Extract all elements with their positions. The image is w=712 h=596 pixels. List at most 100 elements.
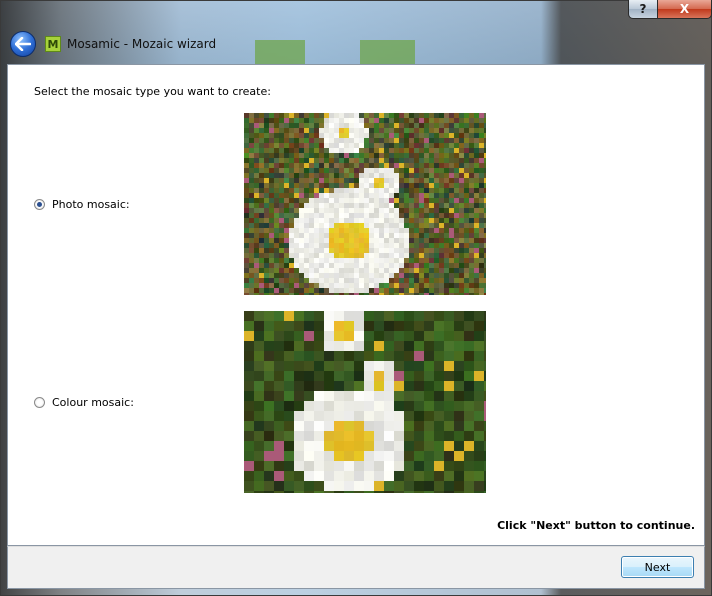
mosaic-tile [399, 133, 404, 138]
mosaic-tile [334, 193, 339, 198]
mosaic-tile [454, 158, 459, 163]
mosaic-tile [294, 183, 299, 188]
mosaic-tile [464, 288, 469, 293]
mosaic-tile [484, 113, 486, 118]
mosaic-tile [404, 351, 414, 361]
mosaic-tile [434, 223, 439, 228]
mosaic-tile [259, 213, 264, 218]
mosaic-tile [294, 233, 299, 238]
mosaic-tile [404, 188, 409, 193]
mosaic-tile [459, 283, 464, 288]
mosaic-tile [344, 288, 349, 293]
mosaic-tile [319, 178, 324, 183]
mosaic-tile [454, 341, 464, 351]
mosaic-tile [354, 293, 359, 295]
back-button[interactable] [10, 31, 36, 57]
mosaic-tile [464, 163, 469, 168]
mosaic-tile [264, 188, 269, 193]
mosaic-tile [419, 283, 424, 288]
mosaic-tile [299, 228, 304, 233]
mosaic-tile [314, 461, 324, 471]
mosaic-tile [459, 188, 464, 193]
mosaic-tile [344, 263, 349, 268]
mosaic-tile [269, 248, 274, 253]
mosaic-tile [444, 153, 449, 158]
mosaic-tile [284, 138, 289, 143]
mosaic-tile [284, 163, 289, 168]
mosaic-tile [329, 153, 334, 158]
mosaic-tile [364, 233, 369, 238]
mosaic-tile [284, 341, 294, 351]
mosaic-tile [379, 113, 384, 118]
mosaic-tile [324, 471, 334, 481]
colour-mosaic-preview[interactable] [244, 311, 486, 493]
mosaic-tile [334, 248, 339, 253]
mosaic-tile [424, 143, 429, 148]
mosaic-tile [284, 218, 289, 223]
mosaic-tile [334, 268, 339, 273]
mosaic-tile [394, 268, 399, 273]
mosaic-tile [309, 273, 314, 278]
mosaic-tile [384, 283, 389, 288]
mosaic-tile [284, 278, 289, 283]
mosaic-tile [344, 371, 354, 381]
mosaic-tile [394, 198, 399, 203]
mosaic-tile [244, 218, 249, 223]
mosaic-tile [339, 263, 344, 268]
mosaic-tile [354, 331, 364, 341]
mosaic-tile [269, 138, 274, 143]
mosaic-tile [279, 133, 284, 138]
mosaic-tile [244, 163, 249, 168]
mosaic-tile [289, 178, 294, 183]
mosaic-tile [334, 471, 344, 481]
mosaic-tile [274, 341, 284, 351]
mosaic-tile [479, 118, 484, 123]
mosaic-tile [434, 163, 439, 168]
mosaic-tile [244, 248, 249, 253]
colour-mosaic-radio[interactable] [34, 397, 45, 408]
help-button[interactable]: ? [628, 0, 658, 19]
mosaic-tile [449, 128, 454, 133]
mosaic-tile [284, 331, 294, 341]
mosaic-tile [304, 243, 309, 248]
mosaic-tile [379, 288, 384, 293]
mosaic-tile [284, 123, 289, 128]
mosaic-tile [344, 213, 349, 218]
mosaic-tile [389, 168, 394, 173]
mosaic-tile [364, 401, 374, 411]
mosaic-tile [289, 198, 294, 203]
mosaic-tile [319, 213, 324, 218]
mosaic-tile [379, 178, 384, 183]
mosaic-tile [379, 153, 384, 158]
mosaic-tile [374, 293, 379, 295]
mosaic-tile [464, 208, 469, 213]
mosaic-tile [424, 381, 434, 391]
mosaic-tile [454, 451, 464, 461]
photo-mosaic-preview[interactable] [244, 113, 486, 295]
mosaic-tile [464, 471, 474, 481]
mosaic-tile [414, 208, 419, 213]
mosaic-tile [469, 118, 474, 123]
mosaic-tile [449, 278, 454, 283]
mosaic-tile [319, 148, 324, 153]
mosaic-tile [394, 178, 399, 183]
mosaic-tile [459, 238, 464, 243]
mosaic-tile [414, 273, 419, 278]
close-button[interactable]: X [658, 0, 712, 19]
mosaic-tile [319, 268, 324, 273]
mosaic-tile [474, 381, 484, 391]
colour-mosaic-option[interactable]: Colour mosaic: [34, 396, 134, 409]
mosaic-tile [304, 361, 314, 371]
mosaic-tile [384, 401, 394, 411]
photo-mosaic-option[interactable]: Photo mosaic: [34, 198, 130, 211]
photo-mosaic-radio[interactable] [34, 199, 45, 210]
mosaic-tile [484, 253, 486, 258]
mosaic-tile [389, 278, 394, 283]
mosaic-tile [244, 421, 254, 431]
next-button[interactable]: Next [621, 556, 694, 578]
mosaic-tile [314, 293, 319, 295]
mosaic-tile [284, 311, 294, 321]
mosaic-tile [259, 168, 264, 173]
mosaic-tile [369, 228, 374, 233]
mosaic-tile [259, 278, 264, 283]
